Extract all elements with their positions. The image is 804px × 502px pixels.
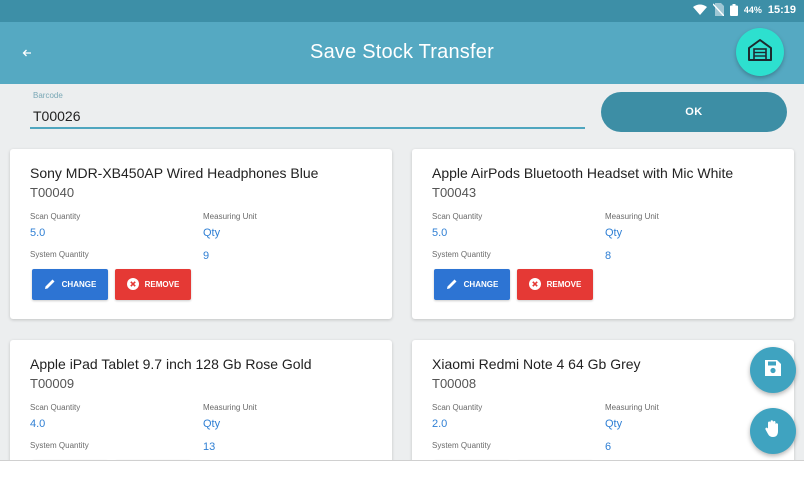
status-icons: 44% 15:19 [692,3,796,16]
system-quantity-label: System Quantity [30,441,89,450]
wifi-icon [692,4,707,15]
item-card: Apple AirPods Bluetooth Headset with Mic… [412,149,794,319]
remove-label: REMOVE [144,280,180,289]
battery-percent: 44% [743,4,762,15]
save-icon [764,359,782,382]
measuring-unit-label: Measuring Unit [605,212,659,221]
change-button[interactable]: CHANGE [32,269,108,300]
remove-circle-icon [126,277,139,292]
status-bar: 44% 15:19 [0,0,804,22]
measuring-unit-label: Measuring Unit [203,403,257,412]
system-quantity-value: 13 [203,441,216,453]
scan-quantity-label: Scan Quantity [30,403,81,412]
system-quantity-value: 8 [605,250,612,262]
item-card: Xiaomi Redmi Note 4 64 Gb Grey T00008 Sc… [412,340,794,460]
ok-button[interactable]: OK [601,92,787,132]
hand-icon [763,419,783,444]
scan-quantity-value: 2.0 [432,418,448,430]
garage-button[interactable] [736,28,784,76]
change-label: CHANGE [61,280,97,289]
measuring-unit-label: Measuring Unit [203,212,257,221]
clock: 15:19 [767,3,796,16]
item-code: T00043 [432,185,477,200]
measuring-unit-value: Qty [203,227,221,239]
item-code: T00040 [30,185,75,200]
barcode-underline [30,127,585,129]
item-name: Apple iPad Tablet 9.7 inch 128 Gb Rose G… [30,356,312,372]
measuring-unit-value: Qty [605,418,623,430]
scan-quantity-value: 4.0 [30,418,46,430]
barcode-label: Barcode [33,91,63,100]
scan-quantity-value: 5.0 [30,227,46,239]
system-quantity-label: System Quantity [432,441,491,450]
item-card: Sony MDR-XB450AP Wired Headphones Blue T… [10,149,392,319]
system-quantity-value: 6 [605,441,612,453]
scan-quantity-label: Scan Quantity [30,212,81,221]
main-content: Barcode T00026 OK Sony MDR-XB450AP Wired… [0,84,804,460]
page-title: Save Stock Transfer [310,41,494,63]
pencil-icon [446,278,458,292]
change-button[interactable]: CHANGE [434,269,510,300]
bottom-area [0,460,804,502]
remove-label: REMOVE [546,280,582,289]
measuring-unit-label: Measuring Unit [605,403,659,412]
barcode-input[interactable]: T00026 [33,108,80,124]
battery-icon [729,3,738,16]
measuring-unit-value: Qty [203,418,221,430]
scan-quantity-value: 5.0 [432,227,448,239]
remove-button[interactable]: REMOVE [115,269,191,300]
garage-icon [747,38,773,67]
pencil-icon [44,278,56,292]
system-quantity-label: System Quantity [30,250,89,259]
scan-quantity-label: Scan Quantity [432,212,483,221]
item-code: T00008 [432,376,477,391]
item-name: Sony MDR-XB450AP Wired Headphones Blue [30,165,319,181]
item-name: Xiaomi Redmi Note 4 64 Gb Grey [432,356,641,372]
measuring-unit-value: Qty [605,227,623,239]
no-sim-icon [712,3,724,16]
item-code: T00009 [30,376,75,391]
item-card: Apple iPad Tablet 9.7 inch 128 Gb Rose G… [10,340,392,460]
system-quantity-label: System Quantity [432,250,491,259]
app-bar: Save Stock Transfer [0,22,804,84]
scan-quantity-label: Scan Quantity [432,403,483,412]
item-name: Apple AirPods Bluetooth Headset with Mic… [432,165,734,181]
system-quantity-value: 9 [203,250,210,262]
remove-circle-icon [528,277,541,292]
change-label: CHANGE [463,280,499,289]
hand-button[interactable] [750,408,796,454]
remove-button[interactable]: REMOVE [517,269,593,300]
save-button[interactable] [750,347,796,393]
